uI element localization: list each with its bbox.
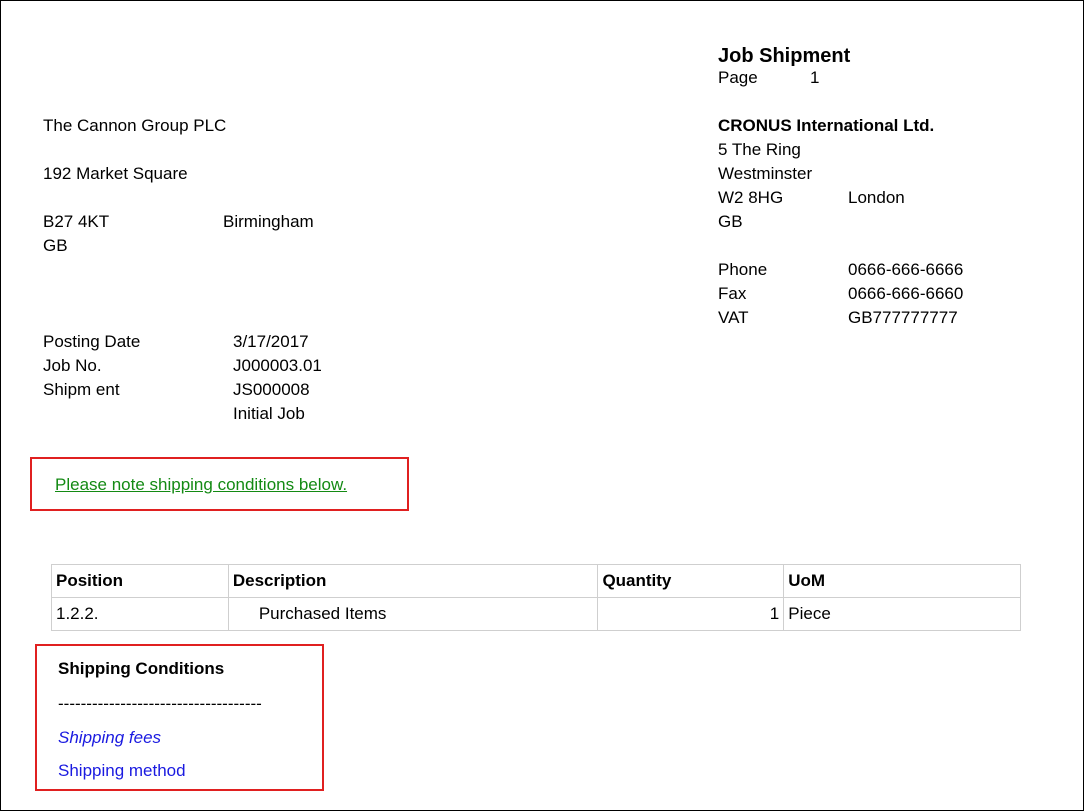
shipping-conditions-separator: ------------------------------------ <box>58 694 262 713</box>
cell-description: Purchased Items <box>227 597 599 631</box>
customer-address: 192 Market Square <box>43 164 188 183</box>
report-title: Job Shipment <box>718 45 851 67</box>
job-no-value: J000003.01 <box>233 356 322 375</box>
job-description: Initial Job <box>233 404 305 423</box>
cell-uom: Piece <box>783 597 1021 631</box>
shipment-label: Shipm ent <box>43 380 120 399</box>
shipping-fees-link[interactable]: Shipping fees <box>58 728 161 748</box>
posting-date-label: Posting Date <box>43 332 141 351</box>
fax-label: Fax <box>718 284 747 303</box>
shipping-notice-link[interactable]: Please note shipping conditions below. <box>55 475 347 495</box>
page-label: Page <box>718 68 758 87</box>
customer-country: GB <box>43 236 68 255</box>
page-number: 1 <box>810 68 820 87</box>
col-header-quantity: Quantity <box>597 564 785 598</box>
col-header-position: Position <box>51 564 229 598</box>
vat-label: VAT <box>718 308 749 327</box>
vat-value: GB777777777 <box>848 308 958 327</box>
company-country: GB <box>718 212 743 231</box>
table-row: 1.2.2. Purchased Items 1 Piece <box>51 597 1021 631</box>
phone-value: 0666-666-6666 <box>848 260 964 279</box>
phone-label: Phone <box>718 260 768 279</box>
customer-city: Birmingham <box>223 212 314 231</box>
company-postcode: W2 8HG <box>718 188 784 207</box>
lines-table: Position Description Quantity UoM 1.2.2.… <box>51 564 1021 631</box>
job-no-label: Job No. <box>43 356 102 375</box>
company-name: CRONUS International Ltd. <box>718 116 935 135</box>
company-city: London <box>848 188 905 207</box>
col-header-uom: UoM <box>783 564 1021 598</box>
company-address1: 5 The Ring <box>718 140 801 159</box>
cell-position: 1.2.2. <box>51 597 229 631</box>
company-address2: Westminster <box>718 164 813 183</box>
customer-name: The Cannon Group PLC <box>43 116 227 135</box>
posting-date-value: 3/17/2017 <box>233 332 309 351</box>
col-header-description: Description <box>227 564 599 598</box>
customer-postcode: B27 4KT <box>43 212 110 231</box>
table-header-row: Position Description Quantity UoM <box>51 564 1021 598</box>
report-page: Job Shipment Page 1 The Cannon Group PLC… <box>0 0 1084 811</box>
shipping-conditions-title: Shipping Conditions <box>58 659 225 678</box>
fax-value: 0666-666-6660 <box>848 284 964 303</box>
shipment-value: JS000008 <box>233 380 310 399</box>
cell-quantity: 1 <box>597 597 785 631</box>
shipping-method-link[interactable]: Shipping method <box>58 761 186 781</box>
